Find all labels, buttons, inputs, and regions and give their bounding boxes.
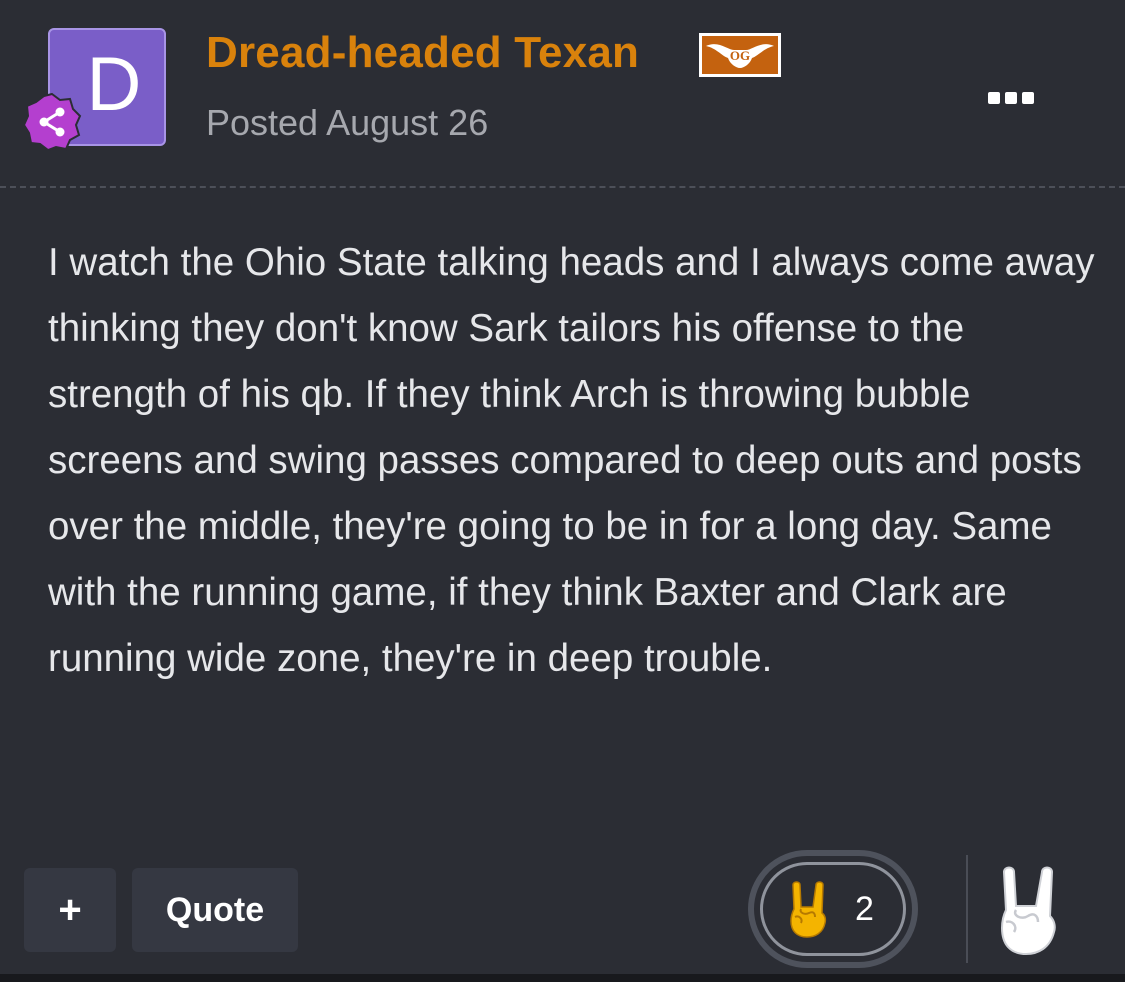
horns-hand-icon [790,881,827,938]
post-date[interactable]: Posted August 26 [206,102,488,144]
reaction-separator [966,855,968,963]
reaction-count: 2 [855,889,874,928]
bottom-edge [0,974,1125,982]
share-badge-icon [22,92,82,152]
header-divider [0,186,1125,188]
post-body: I watch the Ohio State talking heads and… [48,241,1095,680]
author-name-link[interactable]: Dread-headed Texan [206,28,639,78]
flair-text: OG [730,48,750,63]
dot-icon [1022,92,1034,104]
react-button-horns-icon[interactable] [992,862,1068,958]
multiquote-add-button[interactable]: + [24,868,116,952]
dot-icon [1005,92,1017,104]
reaction-summary[interactable]: 2 [748,850,918,968]
longhorn-flair-icon: OG [706,44,774,68]
avatar-initial: D [86,42,142,127]
dot-icon [988,92,1000,104]
og-flair-badge: OG [699,33,781,77]
more-options-button[interactable] [988,88,1044,108]
quote-button[interactable]: Quote [132,868,298,952]
